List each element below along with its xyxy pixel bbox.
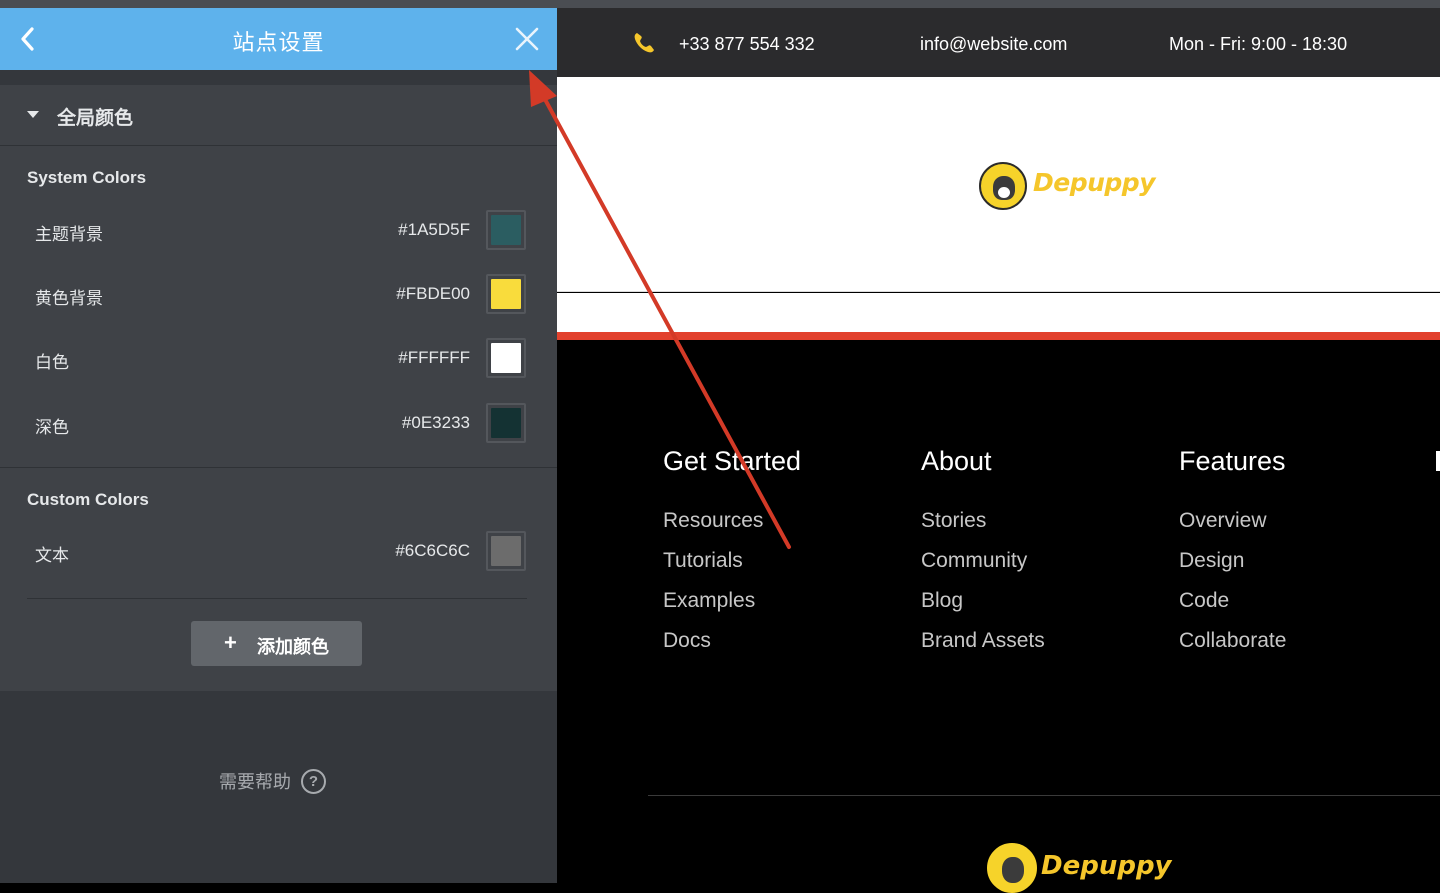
global-colors-toggle[interactable]: 全局颜色	[0, 85, 557, 146]
footer-link[interactable]: Stories	[921, 509, 986, 533]
color-hex: #0E3233	[401, 413, 470, 432]
footer-link[interactable]: Overview	[1179, 509, 1267, 533]
footer-column-title: About	[921, 446, 992, 476]
footer-link[interactable]: Community	[921, 549, 1027, 573]
footer-column-edge	[1436, 451, 1440, 471]
color-name: 白色	[35, 353, 69, 372]
footer-logo-text: Depuppy	[1041, 851, 1172, 881]
question-circle-icon[interactable]: ?	[301, 769, 326, 794]
accent-band	[557, 332, 1440, 340]
custom-divider	[27, 598, 527, 599]
site-logo[interactable]: Depuppy	[979, 160, 1159, 210]
dog-badge-icon	[979, 162, 1027, 210]
dog-badge-icon	[987, 843, 1037, 893]
close-icon[interactable]	[512, 24, 542, 54]
footer-link[interactable]: Collaborate	[1179, 629, 1286, 653]
plus-icon: +	[224, 630, 237, 655]
panel-header: 站点设置	[0, 8, 557, 70]
header-spacer	[557, 293, 1440, 332]
color-row[interactable]: 主题背景 #1A5D5F	[0, 209, 557, 253]
footer-link[interactable]: Code	[1179, 589, 1229, 613]
phone-icon	[634, 33, 654, 53]
color-swatch[interactable]	[486, 338, 526, 378]
footer-link[interactable]: Examples	[663, 589, 755, 613]
opening-hours: Mon - Fri: 9:00 - 18:30	[1169, 34, 1348, 54]
system-colors-title: System Colors	[27, 168, 147, 187]
color-row[interactable]: 白色 #FFFFFF	[0, 337, 557, 381]
add-color-label: 添加颜色	[257, 637, 329, 657]
section-label: 全局颜色	[57, 108, 134, 129]
color-hex: #FFFFFF	[398, 348, 470, 367]
site-topbar: +33 877 554 332 info@website.com Mon - F…	[557, 8, 1440, 77]
color-row[interactable]: 深色 #0E3233	[0, 402, 557, 446]
help-link[interactable]: 需要帮助	[219, 768, 291, 794]
color-name: 主题背景	[35, 225, 103, 244]
caret-down-icon	[27, 111, 39, 118]
footer-link[interactable]: Tutorials	[663, 549, 743, 573]
color-name: 文本	[35, 546, 69, 565]
footer-link[interactable]: Resources	[663, 509, 763, 533]
contact-email[interactable]: info@website.com	[920, 34, 1067, 55]
color-swatch[interactable]	[486, 210, 526, 250]
color-row[interactable]: 文本 #6C6C6C	[0, 530, 557, 574]
footer-link[interactable]: Blog	[921, 589, 963, 613]
color-row[interactable]: 黄色背景 #FBDE00	[0, 273, 557, 317]
global-colors-section: 全局颜色 System Colors 主题背景 #1A5D5F 黄色背景 #FB…	[0, 85, 557, 691]
footer-link[interactable]: Brand Assets	[921, 629, 1045, 653]
custom-colors-title: Custom Colors	[27, 490, 149, 509]
footer-column-title: Get Started	[663, 446, 802, 476]
site-settings-panel: 站点设置 全局颜色 System Colors 主题背景 #1A5D5F 黄色背…	[0, 8, 557, 883]
panel-title: 站点设置	[232, 30, 325, 55]
footer-logo[interactable]: Depuppy	[987, 843, 1177, 893]
color-swatch[interactable]	[486, 274, 526, 314]
add-color-button[interactable]: + 添加颜色	[191, 621, 362, 666]
contact-phone[interactable]: +33 877 554 332	[679, 34, 815, 55]
logo-text: Depuppy	[1033, 168, 1156, 197]
color-hex: #1A5D5F	[398, 220, 470, 239]
color-swatch[interactable]	[486, 531, 526, 571]
footer-divider	[648, 795, 1440, 796]
section-divider	[0, 467, 557, 468]
footer-link[interactable]: Docs	[663, 629, 711, 653]
footer-column-title: Features	[1179, 446, 1286, 476]
color-hex: #6C6C6C	[395, 541, 470, 560]
top-border	[0, 0, 1440, 8]
footer-link[interactable]: Design	[1179, 549, 1244, 573]
color-name: 深色	[35, 418, 69, 437]
color-swatch[interactable]	[486, 403, 526, 443]
color-name: 黄色背景	[35, 289, 103, 308]
color-hex: #FBDE00	[396, 284, 470, 303]
